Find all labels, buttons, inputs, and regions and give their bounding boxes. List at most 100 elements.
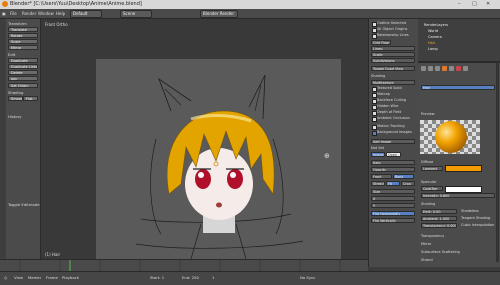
flip-horizontal-button[interactable]: Flip Horizontally bbox=[371, 211, 415, 216]
stretch-button[interactable]: Stretch bbox=[371, 181, 385, 186]
specular-intensity-field[interactable]: Intensity: 0.800 bbox=[421, 193, 495, 198]
relationship-lines-toggle[interactable]: Relationship Lines bbox=[377, 33, 421, 38]
outliner-item[interactable]: Hair bbox=[428, 41, 472, 46]
edit-panel-header[interactable]: Edit bbox=[8, 52, 15, 57]
strand-header[interactable]: Strand bbox=[421, 258, 465, 263]
background-images-toggle[interactable]: Background Images bbox=[377, 130, 421, 135]
rotate-button[interactable]: Rotate bbox=[8, 33, 38, 38]
layout-select[interactable]: Default bbox=[70, 10, 102, 18]
maximize-button[interactable]: □ bbox=[472, 1, 477, 7]
material-tab-icon[interactable] bbox=[456, 66, 461, 71]
opacity-field[interactable]: Opacity bbox=[371, 167, 415, 172]
diffuse-color-swatch[interactable] bbox=[445, 165, 482, 172]
outliner-item[interactable]: RenderLayers bbox=[424, 23, 468, 28]
textured-solid-toggle[interactable]: Textured Solid bbox=[377, 86, 421, 91]
shading-panel-header[interactable]: Shading bbox=[8, 90, 23, 95]
shading-mode-select[interactable]: Multitexture bbox=[371, 80, 415, 85]
ambient-occlusion-toggle[interactable]: Ambient Occlusion bbox=[377, 116, 421, 121]
object-tab-icon[interactable] bbox=[442, 66, 447, 71]
motion-tracking-toggle[interactable]: Motion Tracking bbox=[377, 124, 421, 129]
outliner-item[interactable]: Camera bbox=[428, 35, 472, 40]
menu-view[interactable]: View bbox=[14, 275, 23, 280]
shadeless-toggle[interactable]: Shadeless bbox=[461, 209, 497, 214]
depth-of-field-toggle[interactable]: Depth of Field bbox=[377, 110, 421, 115]
outline-selected-toggle[interactable]: Outline Selected bbox=[377, 21, 421, 26]
translate-button[interactable]: Translate bbox=[8, 27, 38, 32]
join-button[interactable]: Join bbox=[8, 76, 38, 81]
menu-file[interactable]: File bbox=[10, 11, 17, 16]
tool-tabs[interactable] bbox=[0, 19, 6, 267]
transform-panel-header[interactable]: Transform bbox=[8, 21, 27, 26]
shading-header[interactable]: Shading bbox=[421, 202, 465, 207]
toggle-editmode-operator[interactable]: Toggle Editmode bbox=[8, 202, 40, 207]
menu-render[interactable]: Render bbox=[22, 11, 36, 16]
menu-marker[interactable]: Marker bbox=[28, 275, 41, 280]
start-frame-field[interactable]: Start: 1 bbox=[150, 275, 164, 280]
menu-frame[interactable]: Frame bbox=[46, 275, 58, 280]
grid-floor-button[interactable]: Grid Floor bbox=[371, 40, 391, 45]
menu-window[interactable]: Window bbox=[38, 11, 54, 16]
hidden-wire-toggle[interactable]: Hidden Wire bbox=[377, 104, 421, 109]
axis-select[interactable]: Axis: bbox=[371, 160, 415, 165]
scale-button[interactable]: Scale bbox=[8, 39, 38, 44]
transparency-header[interactable]: Transparency bbox=[421, 234, 465, 239]
set-origin-button[interactable]: Set Origin bbox=[8, 83, 38, 88]
preview-header[interactable]: Preview bbox=[421, 112, 465, 117]
open-image-button[interactable]: Open bbox=[386, 152, 401, 157]
emit-field[interactable]: Emit: 0.00 bbox=[421, 209, 457, 214]
diffuse-shader-select[interactable]: Lambert bbox=[421, 166, 443, 171]
specular-shader-select[interactable]: CookTorr bbox=[421, 186, 443, 191]
ambient-field[interactable]: Ambient: 1.000 bbox=[421, 216, 457, 221]
mirror-header[interactable]: Mirror bbox=[421, 242, 465, 247]
crop-button[interactable]: Crop bbox=[401, 181, 415, 186]
minimize-button[interactable]: – bbox=[458, 1, 461, 7]
close-button[interactable]: ✕ bbox=[486, 1, 490, 7]
world-tab-icon[interactable] bbox=[435, 66, 440, 71]
image-source-button[interactable]: Image bbox=[371, 152, 385, 157]
character-model[interactable] bbox=[41, 19, 368, 259]
menu-help[interactable]: Help bbox=[56, 11, 65, 16]
editor-type-icon[interactable]: ◷ bbox=[4, 275, 7, 280]
history-panel-header[interactable]: History bbox=[8, 114, 22, 119]
outliner-item[interactable]: Lamp bbox=[428, 47, 472, 52]
sss-header[interactable]: Subsurface Scattering bbox=[421, 250, 491, 255]
material-slot[interactable]: Hair bbox=[421, 85, 495, 90]
duplicate-button[interactable]: Duplicate bbox=[8, 58, 38, 63]
specular-color-swatch[interactable] bbox=[445, 186, 482, 193]
delete-button[interactable]: Delete bbox=[8, 70, 38, 75]
back-button[interactable]: Back bbox=[393, 174, 414, 179]
current-frame-field[interactable]: 1 bbox=[212, 275, 214, 280]
offset-x-field[interactable]: X bbox=[371, 196, 415, 201]
offset-y-field[interactable]: Y bbox=[371, 203, 415, 208]
render-tab-icon[interactable] bbox=[421, 66, 426, 71]
mirror-button[interactable]: Mirror bbox=[8, 45, 38, 50]
flat-button[interactable]: Flat bbox=[23, 96, 38, 101]
tangent-shading-toggle[interactable]: Tangent Shading bbox=[461, 216, 497, 221]
toggle-quad-view-button[interactable]: Toggle Quad View bbox=[371, 66, 415, 71]
grid-subdivisions-field[interactable]: Subdivisions: bbox=[371, 58, 415, 63]
scene-select[interactable]: Scene bbox=[120, 10, 152, 18]
outliner-item[interactable]: World bbox=[428, 29, 472, 34]
duplicate-linked-button[interactable]: Duplicate Linked bbox=[8, 64, 38, 69]
flip-vertical-button[interactable]: Flip Vertically bbox=[371, 218, 415, 223]
render-engine-select[interactable]: Blender Render bbox=[200, 10, 238, 18]
add-image-button[interactable]: Add Image bbox=[371, 139, 415, 144]
scene-tab-icon[interactable] bbox=[428, 66, 433, 71]
fit-button[interactable]: Fit bbox=[386, 181, 400, 186]
shading-subpanel-header[interactable]: Shading bbox=[371, 74, 415, 79]
modifier-tab-icon[interactable] bbox=[449, 66, 454, 71]
specular-header[interactable]: Specular bbox=[421, 180, 465, 185]
translucency-field[interactable]: Translucency: 0.000 bbox=[421, 223, 457, 228]
all-origins-toggle[interactable]: All Object Origins bbox=[377, 27, 421, 32]
menu-playback[interactable]: Playback bbox=[62, 275, 79, 280]
front-button[interactable]: Front bbox=[371, 174, 392, 179]
cubic-interpolation-toggle[interactable]: Cubic Interpolation bbox=[461, 223, 497, 228]
sync-select[interactable]: No Sync bbox=[300, 275, 316, 280]
3d-cursor-icon[interactable]: ⊕ bbox=[324, 152, 330, 160]
size-field[interactable]: Size bbox=[371, 189, 415, 194]
properties-scrollbar[interactable] bbox=[496, 62, 499, 262]
texture-tab-icon[interactable] bbox=[463, 66, 468, 71]
backface-culling-toggle[interactable]: Backface Culling bbox=[377, 98, 421, 103]
matcap-toggle[interactable]: Matcap bbox=[377, 92, 421, 97]
grid-lines-field[interactable]: Lines: bbox=[371, 46, 415, 51]
